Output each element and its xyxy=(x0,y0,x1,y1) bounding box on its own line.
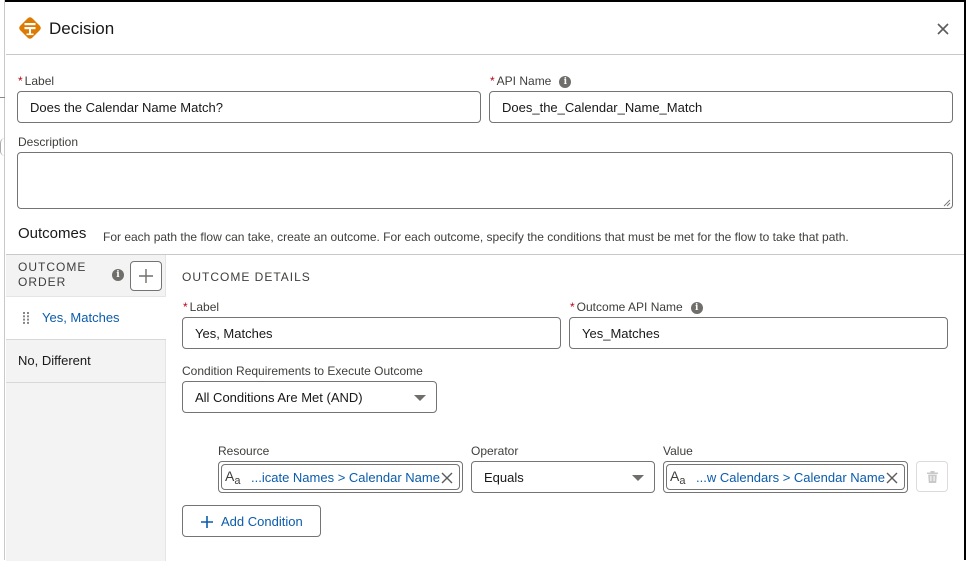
text-type-icon: Aa xyxy=(670,468,686,487)
value-pill-value: ...w Calendars > Calendar Name xyxy=(696,470,885,485)
description-textarea[interactable] xyxy=(17,152,953,209)
outcomes-heading: Outcomes xyxy=(18,225,87,242)
outcome-label-input-value: Yes, Matches xyxy=(195,325,273,341)
required-marker: * xyxy=(183,300,188,314)
delete-condition-button[interactable] xyxy=(916,461,948,492)
operator-select[interactable]: Equals xyxy=(471,461,655,493)
outcome-item-yes-matches[interactable]: Yes, Matches xyxy=(6,297,166,340)
info-icon[interactable]: i xyxy=(559,75,572,88)
outcome-order-title-line2: ORDER xyxy=(18,275,67,289)
api-name-input-value: Does_the_Calendar_Name_Match xyxy=(502,99,703,115)
api-name-field-label: * API Name i xyxy=(490,74,572,88)
label-text: Label xyxy=(24,74,55,88)
outcome-api-name-input[interactable]: Yes_Matches xyxy=(569,317,948,349)
outcome-api-name-text: Outcome API Name xyxy=(576,300,683,314)
label-input[interactable]: Does the Calendar Name Match? xyxy=(17,91,481,123)
outcome-item-label: Yes, Matches xyxy=(42,310,120,325)
info-icon[interactable]: i xyxy=(112,269,124,281)
outcome-item-no-different[interactable]: No, Different xyxy=(6,340,166,383)
decision-signpost-icon xyxy=(19,17,41,39)
info-icon[interactable]: i xyxy=(690,301,703,314)
close-icon[interactable] xyxy=(934,20,952,38)
resource-input[interactable]: Aa ...icate Names > Calendar Name xyxy=(218,461,463,493)
outcomes-help-text: For each path the flow can take, create … xyxy=(103,230,849,244)
value-input[interactable]: Aa ...w Calendars > Calendar Name xyxy=(663,461,908,493)
label-input-value: Does the Calendar Name Match? xyxy=(30,99,223,115)
outcomes-panel: OUTCOME ORDER i Yes, Matches No, Differe… xyxy=(6,254,964,561)
add-condition-button[interactable]: Add Condition xyxy=(182,505,321,537)
chevron-down-icon xyxy=(632,475,644,481)
canvas-edge-shape xyxy=(0,138,5,156)
outcome-order-list: OUTCOME ORDER i Yes, Matches No, Differe… xyxy=(6,255,166,561)
outcome-order-title-line1: OUTCOME xyxy=(18,260,87,274)
label-field-label: * Label xyxy=(18,74,54,88)
outcome-order-title: OUTCOME ORDER xyxy=(18,260,86,290)
modal-title: Decision xyxy=(49,19,115,38)
value-pill[interactable]: Aa ...w Calendars > Calendar Name xyxy=(666,464,905,490)
remove-pill-icon[interactable] xyxy=(886,472,898,484)
condition-requirements-value: All Conditions Are Met (AND) xyxy=(195,390,363,405)
condition-requirements-label: Condition Requirements to Execute Outcom… xyxy=(182,364,423,378)
outcome-order-header: OUTCOME ORDER i xyxy=(6,255,166,297)
condition-requirements-select[interactable]: All Conditions Are Met (AND) xyxy=(182,381,437,413)
outcome-api-name-field-label: * Outcome API Name i xyxy=(570,300,703,314)
background-canvas-edge xyxy=(0,0,5,560)
text-type-icon: Aa xyxy=(225,468,241,487)
plus-icon xyxy=(201,516,213,528)
resource-pill-value: ...icate Names > Calendar Name xyxy=(251,470,440,485)
canvas-divider xyxy=(0,97,5,98)
required-marker: * xyxy=(570,300,575,314)
outcome-item-label: No, Different xyxy=(18,353,91,368)
api-name-text: API Name xyxy=(496,74,552,88)
required-marker: * xyxy=(18,74,23,88)
chevron-down-icon xyxy=(414,395,426,401)
operator-value: Equals xyxy=(484,470,524,485)
outcome-label-input[interactable]: Yes, Matches xyxy=(182,317,561,349)
trash-icon xyxy=(927,471,938,483)
operator-label: Operator xyxy=(471,444,519,458)
api-name-input[interactable]: Does_the_Calendar_Name_Match xyxy=(489,91,953,123)
outcome-details-heading: OUTCOME DETAILS xyxy=(182,270,311,284)
remove-pill-icon[interactable] xyxy=(441,472,453,484)
modal-header: Decision xyxy=(6,2,964,55)
required-marker: * xyxy=(490,74,495,88)
outcome-label-text: Label xyxy=(189,300,220,314)
add-condition-label: Add Condition xyxy=(221,514,303,529)
plus-icon xyxy=(139,269,153,283)
description-field-label: Description xyxy=(18,135,79,149)
resource-label: Resource xyxy=(218,444,270,458)
add-outcome-button[interactable] xyxy=(130,261,162,291)
outcome-api-name-input-value: Yes_Matches xyxy=(582,325,660,341)
resource-pill[interactable]: Aa ...icate Names > Calendar Name xyxy=(221,464,460,490)
outcome-label-field-label: * Label xyxy=(183,300,219,314)
resize-grip-icon[interactable] xyxy=(943,199,951,207)
drag-handle-icon[interactable] xyxy=(23,312,29,324)
value-label: Value xyxy=(663,444,693,458)
